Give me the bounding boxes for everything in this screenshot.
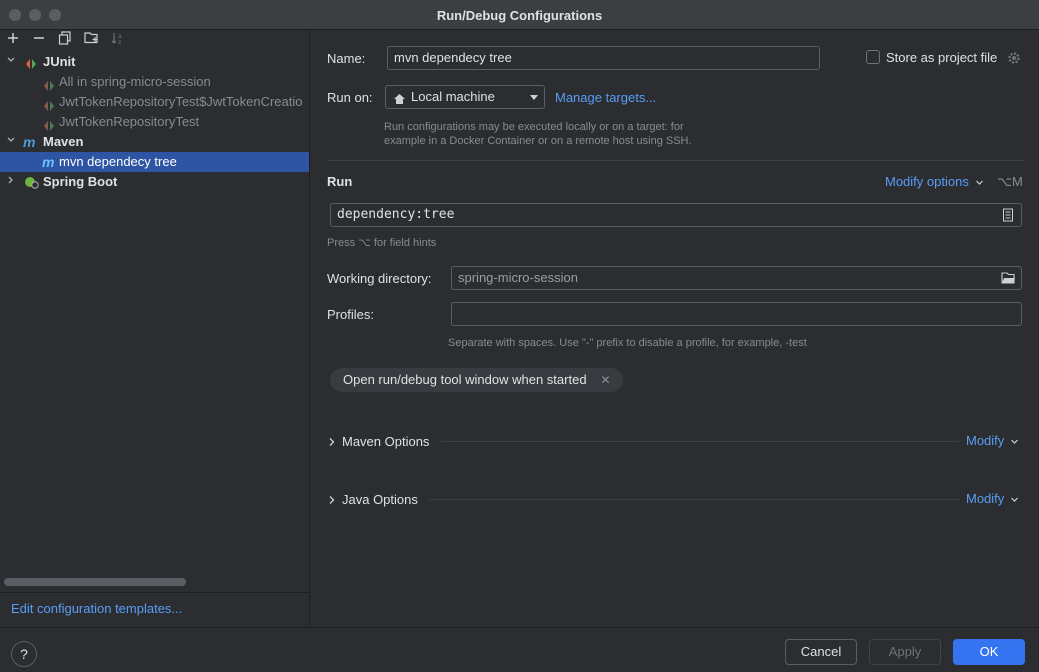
tree-item-label: JwtTokenRepositoryTest bbox=[59, 114, 200, 129]
new-folder-icon[interactable] bbox=[82, 31, 100, 49]
section-divider bbox=[441, 441, 959, 442]
tree-group-maven[interactable]: m Maven bbox=[0, 132, 309, 152]
edit-configuration-templates-link[interactable]: Edit configuration templates... bbox=[11, 601, 182, 616]
tree-group-spring-boot[interactable]: Spring Boot bbox=[0, 172, 309, 192]
modify-options-shortcut: ⌥M bbox=[997, 174, 1023, 189]
folder-icon[interactable] bbox=[1001, 272, 1016, 287]
tree-group-label: JUnit bbox=[43, 54, 76, 69]
tree-group-label: Spring Boot bbox=[43, 174, 118, 189]
working-directory-label: Working directory: bbox=[327, 271, 432, 286]
run-on-label: Run on: bbox=[327, 90, 373, 105]
junit-test-icon bbox=[44, 77, 54, 92]
store-as-project-file-label: Store as project file bbox=[886, 50, 998, 65]
profiles-field[interactable] bbox=[451, 302, 1022, 326]
plus-icon[interactable] bbox=[4, 31, 22, 49]
chevron-right-icon[interactable] bbox=[327, 435, 337, 450]
command-line-field[interactable]: dependency:tree bbox=[330, 203, 1022, 227]
tree-divider bbox=[0, 592, 309, 593]
maven-icon: m bbox=[23, 134, 36, 150]
open-tool-window-option-chip[interactable]: Open run/debug tool window when started ✕ bbox=[330, 368, 623, 392]
apply-button[interactable]: Apply bbox=[869, 639, 941, 665]
modify-options-label: Modify options bbox=[885, 174, 969, 189]
working-directory-field[interactable]: spring-micro-session bbox=[451, 266, 1022, 290]
open-tool-window-label: Open run/debug tool window when started bbox=[343, 372, 587, 387]
java-options-title[interactable]: Java Options bbox=[342, 492, 418, 507]
manage-targets-link[interactable]: Manage targets... bbox=[555, 90, 656, 105]
tree-item-label: mvn dependecy tree bbox=[59, 154, 177, 169]
chevron-down-icon bbox=[1010, 492, 1019, 507]
chevron-right-icon[interactable] bbox=[5, 172, 17, 192]
profiles-hint: Separate with spaces. Use "-" prefix to … bbox=[448, 337, 807, 349]
tree-horizontal-scrollbar[interactable] bbox=[4, 578, 186, 586]
spring-boot-icon bbox=[24, 175, 39, 192]
tree-group-junit[interactable]: JUnit bbox=[0, 52, 309, 72]
chevron-down-icon[interactable] bbox=[5, 132, 17, 152]
modify-options-button[interactable]: Modify options bbox=[885, 174, 984, 190]
maven-options-modify-button[interactable]: Modify bbox=[966, 433, 1019, 449]
configurations-tree-panel: az JUnit All in spring-micro-session Jwt… bbox=[0, 30, 310, 627]
minus-icon[interactable] bbox=[30, 31, 48, 49]
window-title: Run/Debug Configurations bbox=[436, 8, 603, 23]
field-hints-text: Press ⌥ for field hints bbox=[327, 237, 437, 249]
gear-icon[interactable] bbox=[1007, 51, 1021, 68]
section-divider bbox=[327, 160, 1025, 161]
run-on-hint-line-1: Run configurations may be executed local… bbox=[384, 121, 684, 133]
sort-icon[interactable]: az bbox=[108, 31, 126, 49]
run-on-dropdown[interactable]: Local machine bbox=[385, 85, 545, 109]
cancel-button[interactable]: Cancel bbox=[785, 639, 857, 665]
ok-button[interactable]: OK bbox=[953, 639, 1025, 665]
run-on-value: Local machine bbox=[411, 89, 495, 104]
tree-item-junit-all[interactable]: All in spring-micro-session bbox=[0, 72, 309, 92]
name-label: Name: bbox=[327, 51, 366, 66]
expand-editor-icon[interactable] bbox=[1002, 208, 1014, 225]
tree-item-junit-creation[interactable]: JwtTokenRepositoryTest$JwtTokenCreatio bbox=[0, 92, 309, 112]
junit-test-icon bbox=[44, 97, 54, 112]
chevron-down-icon bbox=[975, 175, 984, 190]
run-on-hint-line-2: example in a Docker Container or on a re… bbox=[384, 135, 692, 147]
run-section-title: Run bbox=[327, 174, 353, 189]
maven-icon: m bbox=[42, 154, 55, 170]
window-titlebar: Run/Debug Configurations bbox=[0, 0, 1039, 30]
configuration-form: Name: mvn dependecy tree Store as projec… bbox=[311, 30, 1039, 627]
home-icon bbox=[393, 90, 406, 112]
dialog-footer: ? Cancel Apply OK bbox=[0, 627, 1039, 672]
chevron-down-icon bbox=[529, 87, 539, 109]
copy-icon[interactable] bbox=[56, 31, 74, 49]
chevron-down-icon bbox=[1010, 434, 1019, 449]
name-field[interactable]: mvn dependecy tree bbox=[387, 46, 820, 70]
chevron-down-icon[interactable] bbox=[5, 52, 17, 72]
close-icon[interactable]: ✕ bbox=[601, 373, 611, 387]
tree-item-maven-dependency-tree[interactable]: m mvn dependecy tree bbox=[0, 152, 309, 172]
tree-item-label: All in spring-micro-session bbox=[59, 74, 211, 89]
modify-label: Modify bbox=[966, 491, 1005, 506]
maven-options-title[interactable]: Maven Options bbox=[342, 434, 429, 449]
tree-group-label: Maven bbox=[43, 134, 84, 149]
store-as-project-file-checkbox[interactable] bbox=[866, 50, 880, 64]
help-button[interactable]: ? bbox=[11, 641, 37, 667]
profiles-label: Profiles: bbox=[327, 307, 374, 322]
chevron-right-icon[interactable] bbox=[327, 493, 337, 508]
tree-toolbar: az bbox=[0, 30, 310, 52]
svg-text:z: z bbox=[118, 39, 121, 45]
section-divider bbox=[429, 499, 959, 500]
junit-icon bbox=[25, 56, 37, 72]
junit-test-icon bbox=[44, 117, 54, 132]
modify-label: Modify bbox=[966, 433, 1005, 448]
java-options-modify-button[interactable]: Modify bbox=[966, 491, 1019, 507]
tree-item-junit-repository[interactable]: JwtTokenRepositoryTest bbox=[0, 112, 309, 132]
tree-item-label: JwtTokenRepositoryTest$JwtTokenCreatio bbox=[59, 94, 303, 109]
